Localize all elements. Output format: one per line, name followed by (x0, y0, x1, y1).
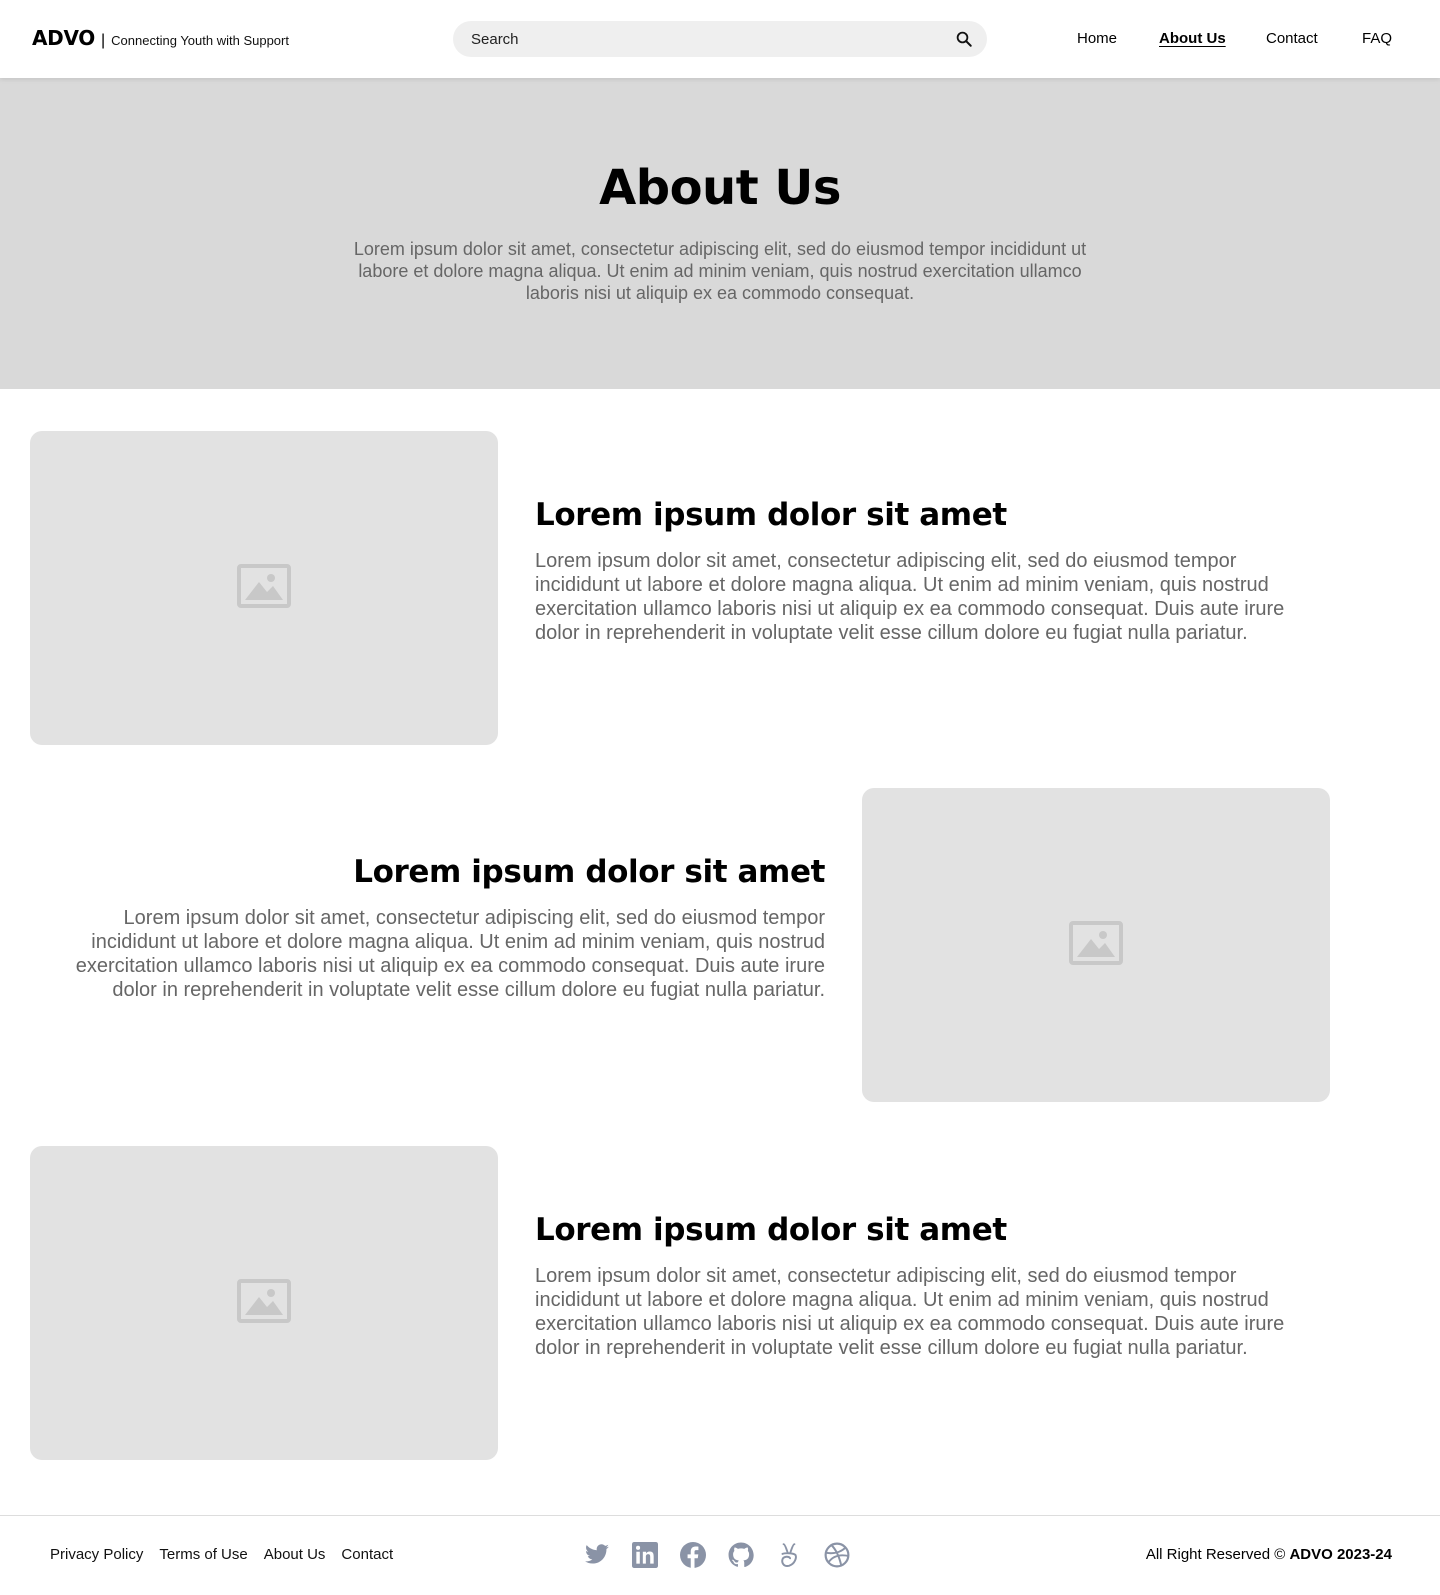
footer-link-privacy-policy[interactable]: Privacy Policy (50, 1546, 143, 1563)
image-icon (237, 1278, 291, 1328)
main-nav: Home About Us Contact FAQ (0, 30, 1440, 50)
feature-image-placeholder (862, 788, 1330, 1102)
page-title: About Us (599, 160, 841, 216)
nav-contact[interactable]: Contact (1266, 30, 1318, 47)
feature-image-placeholder (30, 431, 498, 745)
social-links (584, 1542, 850, 1568)
feature-description: Lorem ipsum dolor sit amet, consectetur … (75, 907, 825, 1001)
angellist-icon[interactable] (776, 1542, 802, 1568)
feature-title: Lorem ipsum dolor sit amet (535, 1212, 1007, 1248)
nav-home[interactable]: Home (1077, 30, 1117, 47)
feature-image-placeholder (30, 1146, 498, 1460)
footer-link-about-us[interactable]: About Us (264, 1546, 326, 1563)
image-icon (1069, 920, 1123, 970)
hero-banner: About Us Lorem ipsum dolor sit amet, con… (0, 78, 1440, 389)
hero-description: Lorem ipsum dolor sit amet, consectetur … (353, 239, 1087, 303)
facebook-icon[interactable] (680, 1542, 706, 1568)
site-header: ADVO | Connecting Youth with Support Hom… (0, 0, 1440, 78)
image-icon (237, 563, 291, 613)
copyright-notice: All Right Reserved © ADVO 2023-24 (1146, 1546, 1392, 1563)
nav-faq[interactable]: FAQ (1362, 30, 1392, 47)
twitter-icon[interactable] (584, 1542, 610, 1568)
copyright-prefix: All Right Reserved © (1145, 1546, 1286, 1563)
dribbble-icon[interactable] (824, 1542, 850, 1568)
nav-about-us[interactable]: About Us (1159, 30, 1226, 47)
feature-title: Lorem ipsum dolor sit amet (535, 497, 1007, 533)
footer-link-terms-of-use[interactable]: Terms of Use (159, 1546, 247, 1563)
footer-link-contact[interactable]: Contact (341, 1546, 393, 1563)
feature-title: Lorem ipsum dolor sit amet (353, 854, 825, 890)
feature-description: Lorem ipsum dolor sit amet, consectetur … (535, 1265, 1285, 1359)
feature-description: Lorem ipsum dolor sit amet, consectetur … (535, 550, 1285, 644)
site-footer: Privacy Policy Terms of Use About Us Con… (0, 1515, 1440, 1595)
github-icon[interactable] (728, 1542, 754, 1568)
linkedin-icon[interactable] (632, 1542, 658, 1568)
copyright-brand: ADVO 2023-24 (1289, 1546, 1392, 1563)
footer-links: Privacy Policy Terms of Use About Us Con… (50, 1546, 393, 1563)
